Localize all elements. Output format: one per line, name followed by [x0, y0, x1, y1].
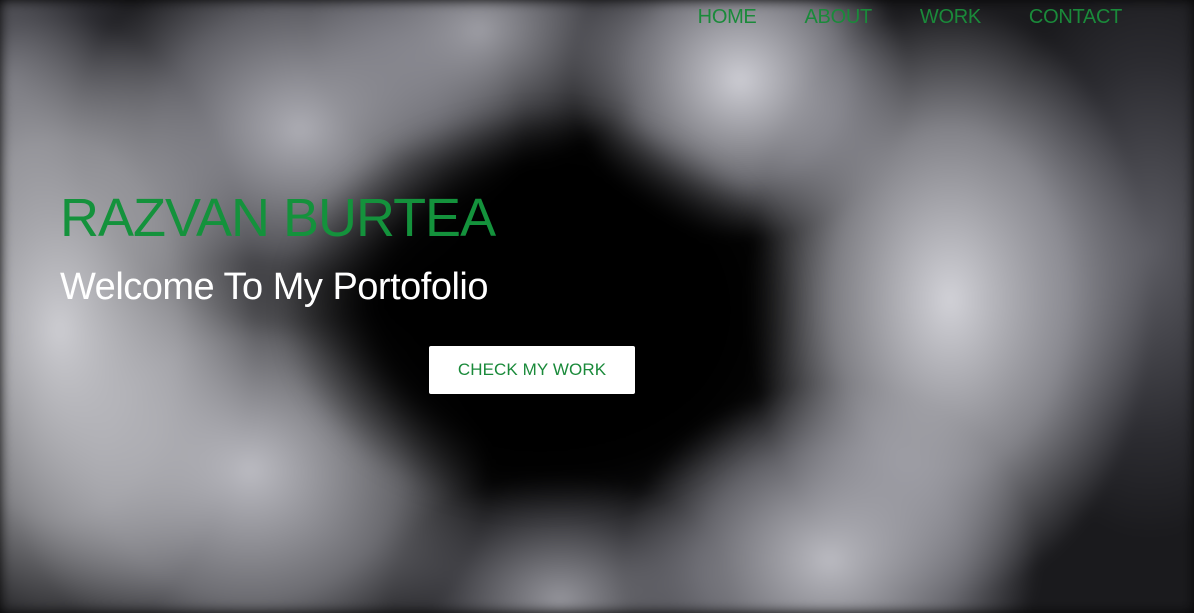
hero-section: HOME ABOUT WORK CONTACT RAZVAN BURTEA We…	[0, 0, 1194, 613]
check-my-work-button[interactable]: CHECK MY WORK	[429, 346, 635, 394]
top-navigation: HOME ABOUT WORK CONTACT	[698, 4, 1123, 30]
nav-contact-link[interactable]: CONTACT	[1029, 4, 1122, 30]
hero-subtitle: Welcome To My Portofolio	[60, 266, 489, 308]
nav-about-link[interactable]: ABOUT	[804, 4, 872, 30]
hero-title: RAZVAN BURTEA	[60, 188, 496, 248]
nav-work-link[interactable]: WORK	[920, 4, 981, 30]
nav-home-link[interactable]: HOME	[698, 4, 757, 30]
